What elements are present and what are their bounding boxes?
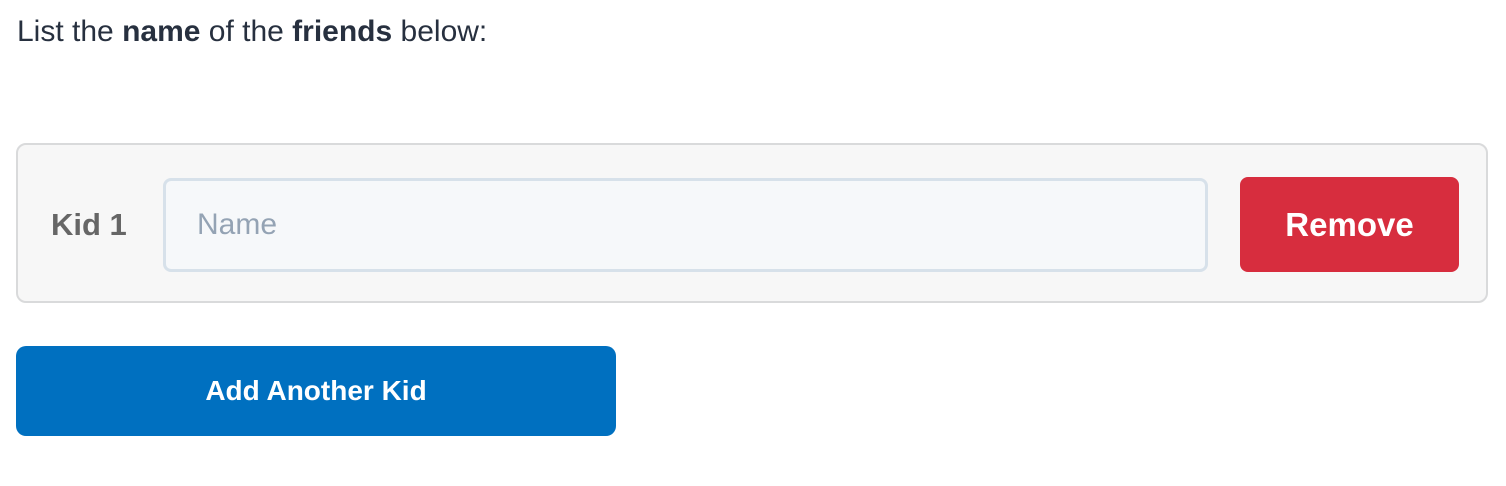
instructions-part-1: List the (17, 15, 123, 48)
instructions-bold-name: name (122, 15, 201, 48)
kid-row: Kid 1 Remove (16, 143, 1488, 303)
kid-name-input[interactable] (163, 178, 1208, 272)
page: List the name of the friends below: Kid … (0, 0, 1506, 486)
kid-label: Kid 1 (51, 207, 127, 242)
instructions-bold-friends: friends (292, 15, 393, 48)
instructions-part-3: below: (392, 15, 488, 48)
instructions-part-2: of the (200, 15, 293, 48)
remove-kid-button[interactable]: Remove (1240, 177, 1459, 272)
instructions-text: List the name of the friends below: (17, 11, 487, 53)
add-another-kid-button[interactable]: Add Another Kid (16, 346, 616, 436)
